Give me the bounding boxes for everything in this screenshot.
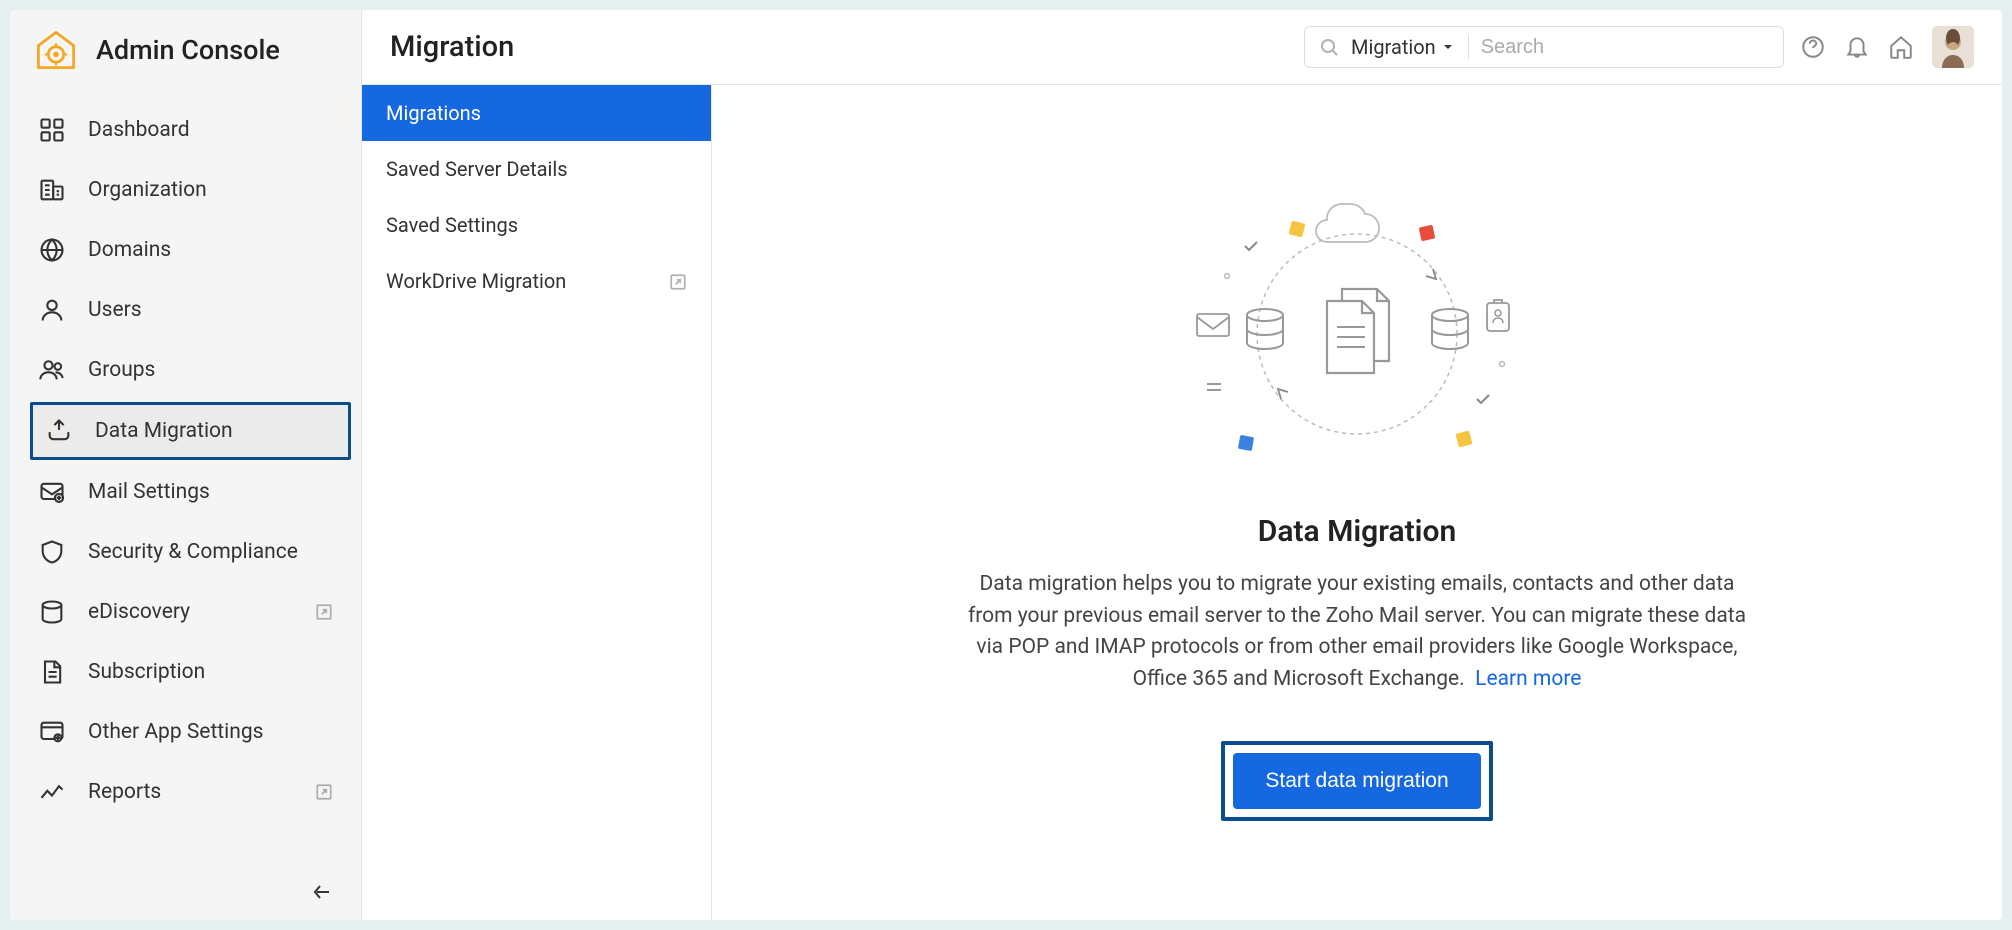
collapse-sidebar-icon[interactable] [309,880,333,904]
sidebar-item-dashboard[interactable]: Dashboard [10,100,361,160]
right-section: Migration Migration [362,10,2002,920]
chevron-down-icon [1442,41,1454,53]
nav-label: Data Migration [95,419,340,443]
external-link-icon [315,603,333,621]
subnav-item-saved-settings[interactable]: Saved Settings [362,197,711,253]
nav-label: eDiscovery [88,600,293,624]
search-filter-label: Migration [1351,35,1436,59]
app-settings-icon [38,718,66,746]
sidebar-item-other-settings[interactable]: Other App Settings [10,702,361,762]
mail-settings-icon [38,478,66,506]
main-header: Migration Migration [362,10,2002,85]
subnav-label: WorkDrive Migration [386,269,566,293]
app-container: Admin Console Dashboard [10,10,2002,920]
nav-label: Users [88,298,333,322]
subnav-label: Migrations [386,101,481,125]
sidebar-item-mail-settings[interactable]: Mail Settings [10,462,361,522]
sub-nav: Migrations Saved Server Details Saved Se… [362,85,711,309]
sidebar-header: Admin Console [10,10,361,90]
sidebar-item-reports[interactable]: Reports [10,762,361,822]
sub-sidebar: Migrations Saved Server Details Saved Se… [362,85,712,920]
sidebar-footer [10,864,361,920]
content-row: Migrations Saved Server Details Saved Se… [362,85,2002,920]
search-icon [1319,37,1339,57]
bell-icon[interactable] [1844,34,1870,60]
nav-label: Subscription [88,660,333,684]
sidebar-item-security[interactable]: Security & Compliance [10,522,361,582]
sidebar-item-ediscovery[interactable]: eDiscovery [10,582,361,642]
subnav-label: Saved Server Details [386,157,568,181]
user-avatar[interactable] [1932,26,1974,68]
search-filter-select[interactable]: Migration [1351,35,1469,59]
subnav-item-workdrive[interactable]: WorkDrive Migration [362,253,711,309]
sidebar-item-groups[interactable]: Groups [10,340,361,400]
nav-label: Other App Settings [88,720,333,744]
content-description: Data migration helps you to migrate your… [967,569,1747,695]
nav-label: Domains [88,238,333,262]
start-migration-button[interactable]: Start data migration [1233,753,1480,809]
main-content: Data Migration Data migration helps you … [712,85,2002,920]
nav-label: Organization [88,178,333,202]
home-icon[interactable] [1888,34,1914,60]
content-title: Data Migration [1258,514,1456,549]
help-icon[interactable] [1800,34,1826,60]
sidebar-item-subscription[interactable]: Subscription [10,642,361,702]
dashboard-icon [38,116,66,144]
groups-icon [38,356,66,384]
user-icon [38,296,66,324]
subnav-item-saved-server[interactable]: Saved Server Details [362,141,711,197]
app-logo-icon [34,28,78,72]
sidebar-nav: Dashboard Organization [10,90,361,864]
nav-label: Mail Settings [88,480,333,504]
learn-more-link[interactable]: Learn more [1475,667,1581,691]
subnav-item-migrations[interactable]: Migrations [362,85,711,141]
shield-icon [38,538,66,566]
reports-icon [38,778,66,806]
external-link-icon [315,783,333,801]
sidebar-item-data-migration[interactable]: Data Migration [30,402,351,460]
organization-icon [38,176,66,204]
page-title: Migration [390,30,1288,64]
archive-icon [38,598,66,626]
sidebar-item-domains[interactable]: Domains [10,220,361,280]
app-title: Admin Console [96,34,280,66]
external-link-icon [669,272,687,290]
nav-label: Reports [88,780,293,804]
sidebar: Admin Console Dashboard [10,10,362,920]
nav-label: Dashboard [88,118,333,142]
nav-label: Security & Compliance [88,540,333,564]
cta-highlight: Start data migration [1221,741,1492,821]
sidebar-item-users[interactable]: Users [10,280,361,340]
sidebar-item-organization[interactable]: Organization [10,160,361,220]
globe-icon [38,236,66,264]
header-icons [1800,26,1974,68]
search-container: Migration [1304,26,1784,68]
migration-illustration [1167,184,1547,484]
search-input[interactable] [1481,36,1769,59]
subnav-label: Saved Settings [386,213,518,237]
nav-label: Groups [88,358,333,382]
migration-icon [45,417,73,445]
document-icon [38,658,66,686]
